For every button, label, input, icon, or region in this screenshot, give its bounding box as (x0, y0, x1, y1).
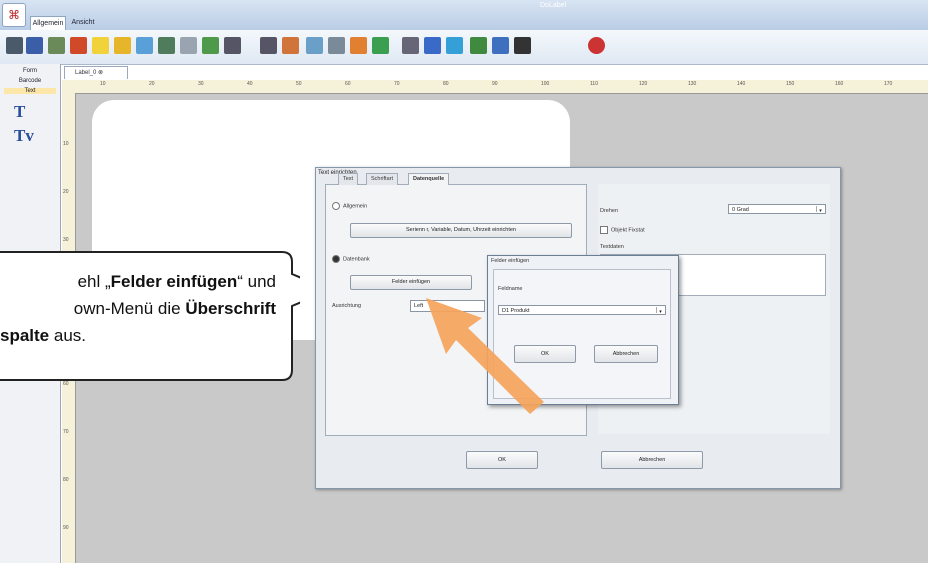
title-bar: ⌘ Allgemein Ansicht DoLabel (0, 0, 928, 30)
palette-text[interactable]: Text (4, 88, 56, 94)
tab-datenquelle[interactable]: Datenquelle (408, 173, 450, 185)
delete-icon[interactable] (514, 37, 531, 54)
sub-dialog-title: Felder einfügen (491, 258, 530, 264)
drehen-value: 0 Grad (732, 207, 749, 213)
chevron-down-icon: ▾ (816, 206, 824, 214)
window-title: DoLabel (540, 2, 567, 9)
radio-icon (332, 202, 340, 210)
cut-icon[interactable] (282, 37, 299, 54)
redo-icon[interactable] (350, 37, 367, 54)
table-icon[interactable] (224, 37, 241, 54)
text-tool-icon[interactable]: T (14, 102, 25, 122)
ruler-tick-label: 60 (345, 81, 351, 87)
ruler-tick-label: 170 (884, 81, 893, 87)
drehen-label: Drehen (600, 208, 619, 214)
undo-icon[interactable] (328, 37, 345, 54)
ruler-tick-label: 20 (63, 189, 69, 195)
ruler-tick-label: 80 (443, 81, 449, 87)
ruler-tick-label: 90 (63, 525, 69, 531)
ruler-tick-label: 10 (63, 141, 69, 147)
tab-allgemein[interactable]: Allgemein (30, 16, 66, 30)
ruler-tick-label: 160 (835, 81, 844, 87)
ruler-tick-label: 150 (786, 81, 795, 87)
callout-line-2: own-Menü die Überschrift (73, 299, 276, 318)
app-icon[interactable]: ⌘ (2, 3, 26, 27)
align-left-icon[interactable] (424, 37, 441, 54)
palette-barcode[interactable]: Barcode (4, 78, 56, 84)
tools-icon[interactable] (158, 37, 175, 54)
tab-ansicht[interactable]: Ansicht (66, 16, 100, 29)
ruler-tick-label: 90 (492, 81, 498, 87)
align-center-icon[interactable] (446, 37, 463, 54)
sub-cancel-button[interactable]: Abbrechen (594, 345, 658, 363)
serienfeld-button[interactable]: Serienn r, Variable, Datum, Uhrzeit einr… (350, 223, 572, 238)
checkbox-icon (600, 226, 608, 234)
ruler-tick-label: 110 (590, 81, 598, 87)
toolbar (0, 30, 928, 65)
pointer-icon[interactable] (492, 37, 509, 54)
folder-icon[interactable] (92, 37, 109, 54)
ruler-tick-label: 60 (63, 381, 69, 387)
ruler-tick-label: 120 (639, 81, 648, 87)
tab-schriftart[interactable]: Schriftart (366, 173, 399, 185)
tab-text[interactable]: Text (338, 173, 359, 185)
user-icon[interactable] (48, 37, 65, 54)
page-icon[interactable] (402, 37, 419, 54)
pin-icon[interactable] (306, 37, 323, 54)
align-right-icon[interactable] (470, 37, 487, 54)
drehen-select[interactable]: 0 Grad ▾ (728, 204, 826, 214)
variable-text-tool-icon[interactable]: Tv (14, 126, 34, 146)
frame-icon[interactable] (372, 37, 389, 54)
ruler-tick-label: 70 (394, 81, 400, 87)
ausrichtung-label: Ausrichtung (332, 303, 362, 309)
image-icon[interactable] (70, 37, 87, 54)
callout-line-1: ehl „Felder einfügen“ und (77, 272, 276, 291)
ruler-tick-label: 30 (63, 237, 69, 243)
stop-icon[interactable] (588, 37, 605, 54)
document-tab[interactable]: Label_0 ⊗ (64, 66, 128, 79)
radio-allgemein-label: Allgemein (343, 203, 368, 210)
felder-einfuegen-button[interactable]: Felder einfügen (350, 275, 472, 290)
ruler-tick-label: 20 (149, 81, 155, 87)
radio-allgemein[interactable]: Allgemein (332, 202, 367, 210)
chevron-down-icon: ▾ (656, 307, 664, 315)
textdaten-label: Textdaten (600, 244, 624, 250)
print-icon[interactable] (6, 37, 23, 54)
ruler-tick-label: 130 (688, 81, 697, 87)
ruler-tick-label: 140 (737, 81, 746, 87)
ruler-tick-label: 80 (63, 477, 69, 483)
objekt-fixstat-label: Objekt Fixstat (611, 227, 645, 234)
barcode-icon[interactable] (114, 37, 131, 54)
chart-icon[interactable] (260, 37, 277, 54)
scissors-icon[interactable] (136, 37, 153, 54)
ok-button[interactable]: OK (466, 451, 538, 469)
ruler-tick-label: 30 (198, 81, 204, 87)
grid-icon[interactable] (180, 37, 197, 54)
ruler-tick-label: 50 (296, 81, 302, 87)
cancel-button[interactable]: Abbrechen (601, 451, 703, 469)
callout-line-3: spalte aus. (0, 326, 86, 345)
radio-datenbank-label: Datenbank (343, 256, 370, 263)
radio-selected-icon (332, 255, 340, 263)
ruler-tick-label: 10 (100, 81, 106, 87)
callout-text: ehl „Felder einfügen“ und own-Menü die Ü… (0, 268, 290, 349)
eraser-icon[interactable] (202, 37, 219, 54)
ruler-tick-label: 100 (541, 81, 550, 87)
save-icon[interactable] (26, 37, 43, 54)
pointer-arrow-icon (426, 298, 544, 414)
horizontal-ruler: 10 20 30 40 50 60 70 80 90 100 110 120 130 140 150 160 1… (62, 80, 928, 94)
radio-datenbank[interactable]: Datenbank (332, 255, 370, 263)
ruler-tick-label: 70 (63, 429, 69, 435)
palette-form[interactable]: Form (4, 68, 56, 74)
objekt-fixstat-checkbox[interactable]: Objekt Fixstat (600, 226, 645, 234)
ruler-tick-label: 40 (247, 81, 253, 87)
